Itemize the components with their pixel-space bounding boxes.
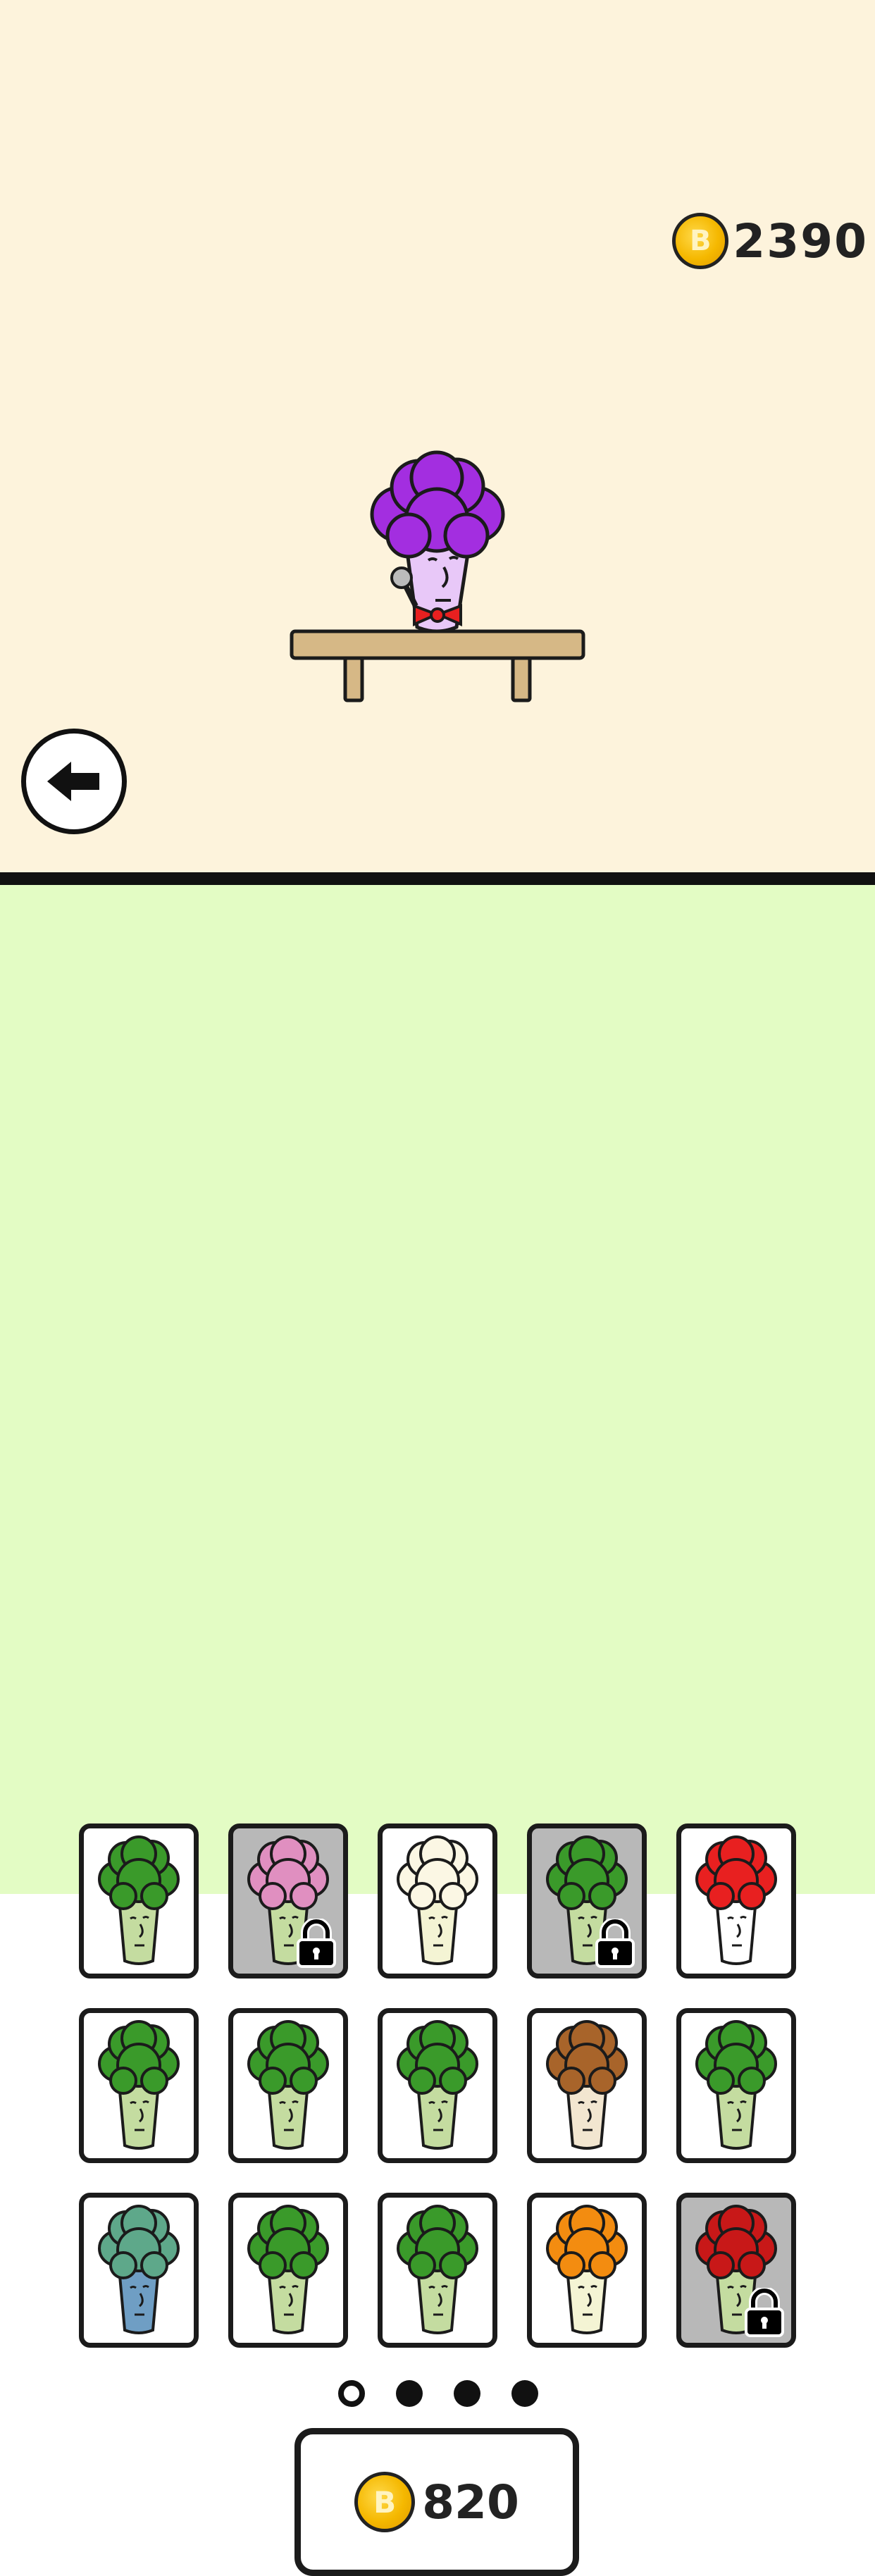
skin-card-clown[interactable] bbox=[676, 1823, 796, 1979]
bow-tie bbox=[413, 604, 462, 627]
stage-character bbox=[290, 450, 585, 702]
lock-icon bbox=[595, 1919, 635, 1968]
skin-card-cauliflower[interactable] bbox=[378, 1823, 497, 1979]
arrow-left-icon bbox=[47, 762, 99, 801]
skin-card-cat[interactable] bbox=[527, 2008, 647, 2163]
skin-shop: B 820 bbox=[0, 885, 875, 2576]
coin-symbol: B bbox=[373, 2484, 397, 2520]
skin-character-cauliflower bbox=[397, 1835, 478, 1965]
skin-card-cheerleader[interactable] bbox=[676, 2008, 796, 2163]
page-dot-3[interactable] bbox=[454, 2380, 480, 2407]
skin-card-zombie[interactable] bbox=[79, 2193, 199, 2348]
skin-card-pink-hair-bow[interactable] bbox=[228, 1823, 348, 1979]
skin-card-soccer-player[interactable] bbox=[378, 2008, 497, 2163]
coin-balance: B 2390 bbox=[672, 211, 868, 271]
skin-character-zombie bbox=[98, 2205, 180, 2334]
coin-balance-value: 2390 bbox=[733, 213, 868, 268]
skin-card-police-officer[interactable] bbox=[527, 1823, 647, 1979]
skin-card-top-hat-gentleman[interactable] bbox=[228, 2008, 348, 2163]
page-dot-4[interactable] bbox=[511, 2380, 538, 2407]
page-dot-2[interactable] bbox=[396, 2380, 423, 2407]
skin-character-top-hat-gentleman bbox=[247, 2020, 329, 2150]
skin-card-classic-broccoli[interactable] bbox=[79, 1823, 199, 1979]
coin-icon: B bbox=[672, 213, 729, 269]
skin-character-classic-broccoli bbox=[98, 1835, 180, 1965]
skin-character-clown bbox=[695, 1835, 777, 1965]
skin-card-underwear[interactable] bbox=[378, 2193, 497, 2348]
lock-icon bbox=[297, 1919, 336, 1968]
page-indicator bbox=[338, 2380, 538, 2407]
skin-character-cheerleader bbox=[695, 2020, 777, 2150]
skin-card-orange-afro[interactable] bbox=[527, 2193, 647, 2348]
purple-afro bbox=[370, 450, 505, 559]
skin-character-cat bbox=[546, 2020, 628, 2150]
price-label: 820 bbox=[422, 2475, 519, 2529]
skin-character-orange-afro bbox=[546, 2205, 628, 2334]
skin-card-pirate[interactable] bbox=[228, 2193, 348, 2348]
back-button[interactable] bbox=[21, 729, 127, 834]
divider bbox=[0, 872, 875, 885]
buy-button[interactable]: B 820 bbox=[294, 2428, 579, 2576]
skin-character-chef bbox=[98, 2020, 180, 2150]
skin-card-chef[interactable] bbox=[79, 2008, 199, 2163]
coin-symbol: B bbox=[690, 225, 712, 257]
skin-grid bbox=[79, 1823, 799, 2348]
skin-character-underwear bbox=[397, 2205, 478, 2334]
page-dot-1[interactable] bbox=[338, 2380, 365, 2407]
table bbox=[290, 629, 585, 702]
skin-card-basketball-red-afro[interactable] bbox=[676, 2193, 796, 2348]
lock-icon bbox=[745, 2288, 784, 2337]
skin-character-pirate bbox=[247, 2205, 329, 2334]
skin-character-soccer-player bbox=[397, 2020, 478, 2150]
coin-icon: B bbox=[354, 2472, 416, 2532]
preview-area: B 2390 bbox=[0, 0, 875, 872]
